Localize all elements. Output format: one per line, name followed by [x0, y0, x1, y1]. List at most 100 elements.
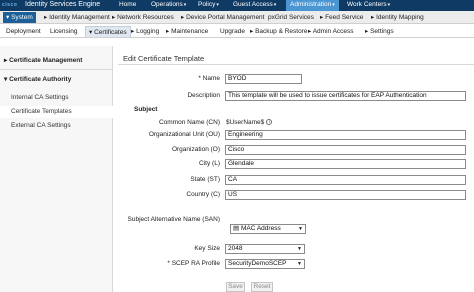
- tab-licensing[interactable]: Licensing: [50, 26, 77, 37]
- subnav-device-portal-management[interactable]: ▸ Device Portal Management: [181, 13, 264, 23]
- city-field[interactable]: Glendale: [225, 159, 466, 169]
- tab-settings-label: Settings: [370, 28, 394, 35]
- sidebar-item-certificate-templates[interactable]: Certificate Templates: [0, 106, 113, 118]
- tab-licensing-label: Licensing: [50, 28, 78, 35]
- chevron-right-icon: ▸: [308, 28, 312, 35]
- ou-field[interactable]: Engineering: [225, 130, 466, 140]
- info-icon[interactable]: i: [266, 119, 273, 126]
- tab-upgrade-label: Upgrade: [220, 28, 245, 35]
- tab-backup-restore[interactable]: ▸ Backup & Restore: [250, 26, 307, 37]
- sidebar-section-label: Certificate Management: [9, 57, 83, 64]
- chevron-right-icon: ▸: [131, 28, 135, 35]
- state-label: State (ST): [190, 176, 220, 183]
- name-field[interactable]: BYOD: [225, 74, 302, 84]
- country-label: Country (C): [186, 191, 220, 198]
- tab-certificates[interactable]: ▾ Certificates: [85, 26, 131, 37]
- sidebar-section-label: Certificate Authority: [9, 76, 72, 83]
- subnav-network-resources-label: Network Resources: [117, 14, 174, 21]
- chevron-down-icon: ▼: [297, 246, 302, 252]
- tab-logging[interactable]: ▸ Logging: [131, 26, 159, 37]
- menu-guest-access-label: Guest Access: [233, 1, 273, 8]
- sidebar-item-label: Internal CA Settings: [11, 94, 69, 101]
- menu-home-label: Home: [119, 1, 137, 8]
- description-field[interactable]: This template will be used to issue cert…: [225, 91, 466, 101]
- menu-policy-label: Policy: [198, 1, 216, 8]
- subnav-identity-mapping-label: Identity Mapping: [376, 14, 424, 21]
- menu-administration[interactable]: Administration▾: [286, 0, 339, 11]
- subnav-feed-service-label: Feed Service: [325, 14, 364, 21]
- menu-guest-access[interactable]: Guest Access▾: [233, 0, 276, 11]
- chevron-right-icon: ▸: [181, 14, 185, 21]
- subnav-system[interactable]: ▾ System: [3, 12, 36, 23]
- menu-administration-label: Administration: [290, 1, 332, 8]
- sidebar-item-internal-ca-settings[interactable]: Internal CA Settings: [0, 92, 113, 104]
- menu-operations[interactable]: Operations▾: [151, 0, 186, 11]
- sidebar-section-certificate-management[interactable]: ▸ Certificate Management: [0, 55, 113, 66]
- cn-label: Common Name (CN): [158, 119, 220, 126]
- tab-settings[interactable]: ▸ Settings: [365, 26, 394, 37]
- keysize-label: Key Size: [194, 245, 220, 252]
- sidebar-divider: [0, 69, 113, 70]
- tab-maintenance-label: Maintenance: [171, 28, 209, 35]
- city-label: City (L): [199, 160, 220, 167]
- subnav-identity-management[interactable]: ▸ Identity Management: [44, 13, 110, 23]
- product-title: Identity Services Engine: [25, 1, 101, 8]
- subnav-network-resources[interactable]: ▸ Network Resources: [112, 13, 174, 23]
- sidebar: ▸ Certificate Management ▾ Certificate A…: [0, 46, 113, 292]
- page-title: Edit Certificate Template: [123, 54, 205, 63]
- save-button[interactable]: Save: [226, 282, 245, 292]
- chevron-down-icon: ▾: [4, 76, 8, 83]
- menu-policy[interactable]: Policy▾: [198, 0, 219, 11]
- description-label: Description: [187, 92, 220, 99]
- tab-logging-label: Logging: [136, 28, 160, 35]
- san-label: Subject Alternative Name (SAN): [127, 216, 220, 223]
- top-header: cisco Identity Services Engine Home Oper…: [0, 0, 474, 11]
- menu-operations-label: Operations: [151, 1, 183, 8]
- chevron-right-icon: ▸: [371, 14, 375, 21]
- chevron-down-icon: ▾: [183, 2, 187, 8]
- chevron-down-icon: ▾: [273, 2, 277, 8]
- subnav-device-portal-management-label: Device Portal Management: [186, 14, 265, 21]
- subnav-pxgrid-services[interactable]: pxGrid Services: [268, 13, 314, 23]
- subnav-feed-service[interactable]: ▸ Feed Service: [320, 13, 363, 23]
- chevron-right-icon: ▸: [4, 57, 8, 64]
- menu-home[interactable]: Home: [119, 0, 136, 11]
- ou-label: Organizational Unit (OU): [148, 131, 220, 138]
- chevron-down-icon: ▾: [332, 2, 335, 8]
- tab-backup-restore-label: Backup & Restore: [255, 28, 308, 35]
- country-field[interactable]: US: [225, 190, 466, 200]
- subnav-identity-mapping[interactable]: ▸ Identity Mapping: [371, 13, 424, 23]
- subnav-system-label: System: [11, 14, 33, 21]
- tab-admin-access-label: Admin Access: [312, 28, 354, 35]
- list-icon: ▤: [233, 225, 241, 232]
- menu-work-centers[interactable]: Work Centers▾: [347, 0, 390, 11]
- tab-admin-access[interactable]: ▸ Admin Access: [308, 26, 354, 37]
- cn-value-text: $UserName$: [226, 119, 265, 126]
- state-field[interactable]: CA: [225, 175, 466, 185]
- sidebar-item-label: Certificate Templates: [11, 108, 72, 115]
- organization-label: Organization (O): [171, 146, 220, 153]
- tab-deployment[interactable]: Deployment: [6, 26, 41, 37]
- tab-certificates-label: Certificates: [94, 29, 127, 36]
- chevron-down-icon: ▾: [216, 2, 219, 8]
- scep-select-value: SecurityDemoSCEP: [228, 260, 287, 267]
- organization-field[interactable]: Cisco: [225, 145, 466, 155]
- sidebar-section-certificate-authority[interactable]: ▾ Certificate Authority: [0, 74, 113, 85]
- chevron-right-icon: ▸: [320, 14, 324, 21]
- san-select[interactable]: ▤ MAC Address ▼: [230, 224, 306, 234]
- keysize-select-value: 2048: [228, 245, 243, 252]
- chevron-right-icon: ▸: [112, 14, 116, 21]
- sidebar-item-external-ca-settings[interactable]: External CA Settings: [0, 120, 113, 132]
- chevron-right-icon: ▸: [250, 28, 254, 35]
- tab-maintenance[interactable]: ▸ Maintenance: [166, 26, 208, 37]
- reset-button[interactable]: Reset: [251, 282, 273, 292]
- tab-upgrade[interactable]: Upgrade: [220, 26, 245, 37]
- scep-select[interactable]: SecurityDemoSCEP ▼: [225, 259, 305, 269]
- keysize-select[interactable]: 2048 ▼: [225, 244, 305, 254]
- chevron-right-icon: ▸: [44, 14, 48, 21]
- tab-deployment-label: Deployment: [6, 28, 41, 35]
- chevron-right-icon: ▸: [365, 28, 369, 35]
- chevron-right-icon: ▸: [166, 28, 170, 35]
- chevron-down-icon: ▾: [387, 2, 391, 8]
- chevron-down-icon: ▼: [298, 226, 303, 232]
